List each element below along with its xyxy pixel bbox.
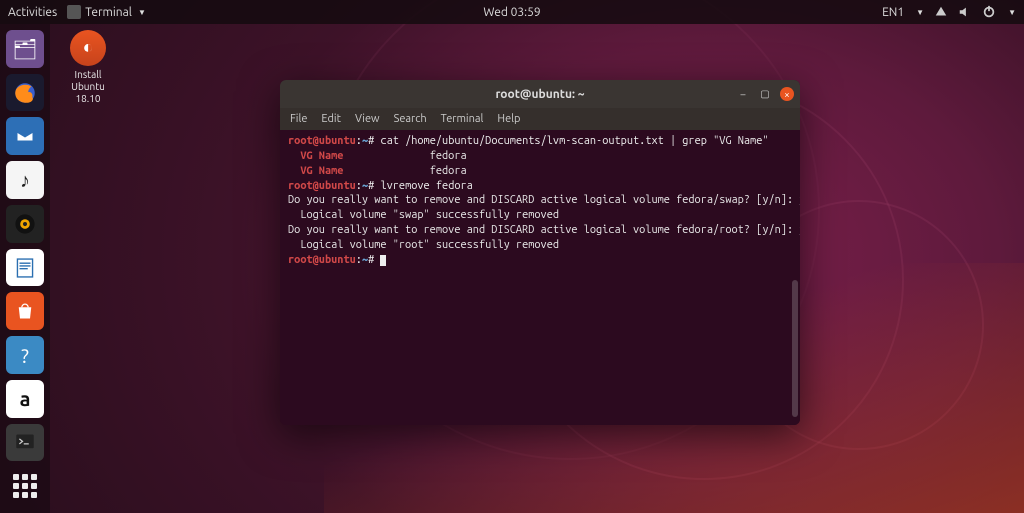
dock: 🗂 ♪ ? a [0,24,50,513]
terminal-line: Logical volume "root" successfully remov… [288,238,792,253]
volume-icon[interactable] [958,5,972,19]
terminal-line: root@ubuntu:~# cat /home/ubuntu/Document… [288,134,792,149]
window-title: root@ubuntu: ~ [495,88,584,101]
input-language-indicator[interactable]: EN1 [882,6,904,19]
terminal-line: root@ubuntu:~# [288,253,792,268]
chevron-down-icon: ▼ [138,8,146,17]
dock-libreoffice[interactable] [6,249,44,287]
menu-file[interactable]: File [290,113,307,125]
thunderbird-icon [13,124,37,148]
dock-files[interactable]: 🗂 [6,30,44,68]
desktop-icon-label: Install Ubuntu 18.10 [58,69,118,105]
document-icon [14,257,36,279]
clock[interactable]: Wed 03:59 [483,6,540,19]
power-icon[interactable] [982,5,996,19]
terminal-line: Do you really want to remove and DISCARD… [288,223,792,238]
dock-thunderbird[interactable] [6,117,44,155]
scrollbar[interactable] [792,280,798,417]
window-close-button[interactable]: × [780,87,794,101]
terminal-line: root@ubuntu:~# lvremove fedora [288,179,792,194]
ubuntu-icon: ◐ [70,30,106,66]
terminal-line: Logical volume "swap" successfully remov… [288,208,792,223]
speaker-icon [14,213,36,235]
menu-edit[interactable]: Edit [321,113,341,125]
terminal-icon [67,5,81,19]
menu-view[interactable]: View [355,113,380,125]
show-applications-button[interactable] [6,467,44,505]
terminal-line: VG Name fedora [288,149,792,164]
dock-sound[interactable] [6,205,44,243]
activities-button[interactable]: Activities [8,6,57,19]
menu-search[interactable]: Search [394,113,427,125]
desktop-install-ubuntu[interactable]: ◐ Install Ubuntu 18.10 [58,30,118,105]
network-icon[interactable] [934,5,948,19]
chevron-down-icon: ▼ [916,8,924,17]
window-minimize-button[interactable]: – [736,87,750,101]
app-menu-label: Terminal [85,6,132,19]
terminal-menubar: File Edit View Search Terminal Help [280,108,800,130]
window-titlebar[interactable]: root@ubuntu: ~ – ▢ × [280,80,800,108]
shopping-bag-icon [15,301,35,321]
dock-firefox[interactable] [6,74,44,112]
dock-amazon[interactable]: a [6,380,44,418]
menu-help[interactable]: Help [497,113,520,125]
terminal-output[interactable]: root@ubuntu:~# cat /home/ubuntu/Document… [280,130,800,425]
dock-terminal[interactable] [6,424,44,462]
apps-grid-icon [13,474,37,498]
dock-software[interactable] [6,292,44,330]
terminal-icon [15,432,35,452]
menu-terminal[interactable]: Terminal [441,113,484,125]
window-maximize-button[interactable]: ▢ [758,87,772,101]
cursor [380,255,386,266]
dock-help[interactable]: ? [6,336,44,374]
top-panel: Activities Terminal ▼ Wed 03:59 EN1 ▼ ▼ [0,0,1024,24]
terminal-line: Do you really want to remove and DISCARD… [288,193,792,208]
chevron-down-icon: ▼ [1008,8,1016,17]
terminal-line: VG Name fedora [288,164,792,179]
dock-rhythmbox[interactable]: ♪ [6,161,44,199]
firefox-icon [12,80,38,106]
terminal-window: root@ubuntu: ~ – ▢ × File Edit View Sear… [280,80,800,425]
app-menu[interactable]: Terminal ▼ [67,5,146,19]
